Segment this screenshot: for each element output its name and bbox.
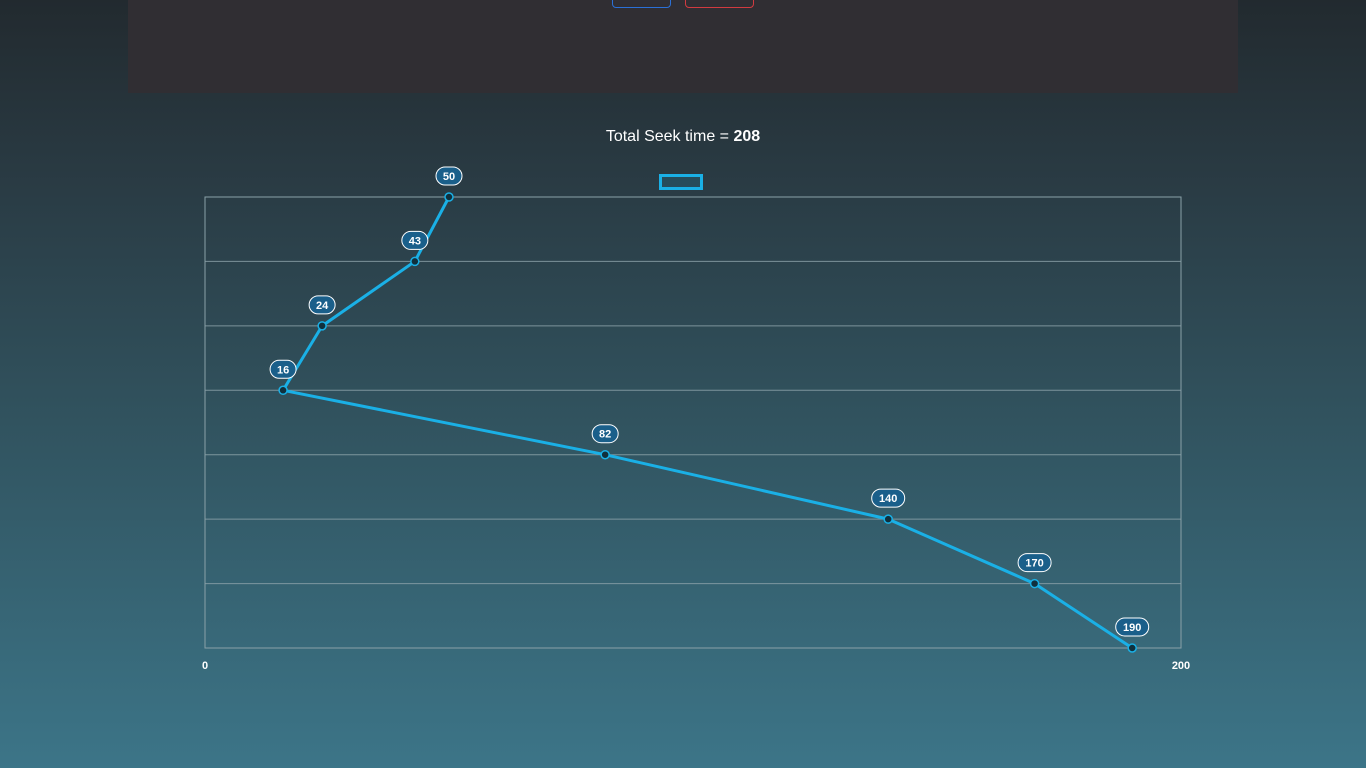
data-point: [317, 321, 327, 331]
data-point: [410, 256, 420, 267]
x-tick-label: 0: [202, 660, 208, 672]
data-label: 82: [599, 429, 611, 441]
data-point: [444, 192, 454, 202]
data-label: 43: [409, 235, 421, 247]
data-label: 140: [879, 493, 897, 505]
data-point: [1029, 578, 1040, 589]
data-label: 50: [443, 171, 455, 183]
data-point: [883, 514, 893, 524]
data-label: 16: [277, 364, 289, 376]
data-label: 170: [1025, 558, 1043, 570]
data-label: 24: [316, 300, 329, 312]
data-point: [1127, 643, 1137, 653]
series-line: [281, 196, 1134, 650]
seek-chart: 0 200 50 43 24 16 82 140 170 190: [202, 166, 1190, 672]
data-point: [278, 385, 288, 396]
data-label: 190: [1123, 622, 1141, 634]
data-point: [600, 449, 610, 460]
x-tick-label: 200: [1172, 660, 1190, 672]
